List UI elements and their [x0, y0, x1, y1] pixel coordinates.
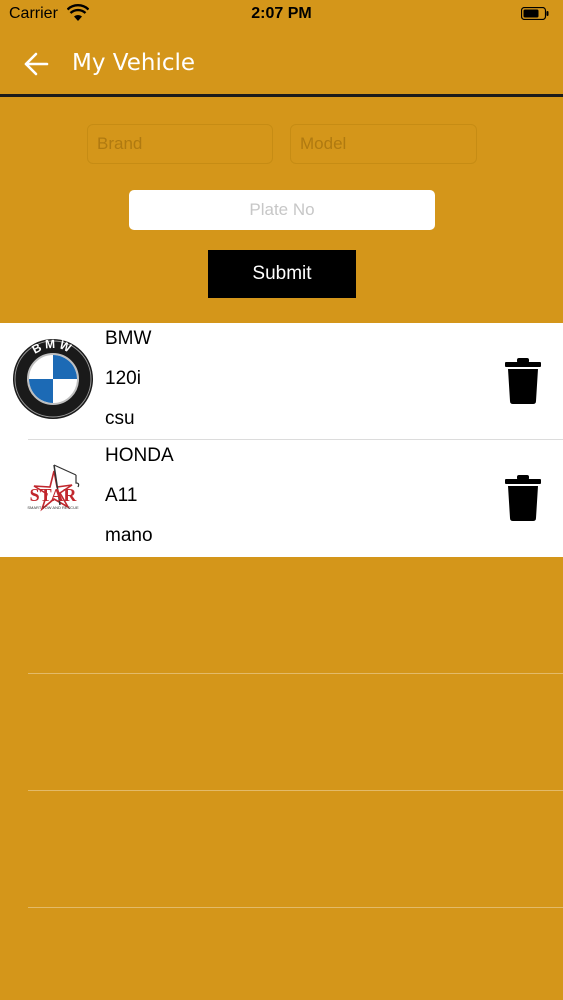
empty-row-divider — [28, 907, 563, 908]
trash-icon[interactable] — [505, 475, 541, 521]
vehicle-brand: BMW — [105, 328, 152, 349]
star-logo-text: STAR — [30, 485, 78, 505]
vehicle-plate: mano — [105, 525, 153, 546]
plate-input[interactable] — [129, 190, 435, 230]
model-input[interactable] — [290, 124, 477, 164]
star-logo-icon: STAR SMART TOW AND RESCUE — [27, 464, 80, 512]
vehicle-brand: HONDA — [105, 445, 174, 466]
brand-input[interactable] — [87, 124, 273, 164]
battery-icon — [521, 7, 549, 20]
vehicle-list: BMW BMW 120i csu STAR SMART TOW AND RESC… — [0, 323, 563, 557]
vehicle-model: A11 — [105, 485, 138, 506]
star-logo-tagline: SMART TOW AND RESCUE — [27, 505, 79, 510]
trash-icon[interactable] — [505, 358, 541, 404]
clock: 2:07 PM — [251, 5, 312, 22]
vehicle-model: 120i — [105, 368, 141, 389]
vehicle-row[interactable]: STAR SMART TOW AND RESCUE HONDA A11 mano — [0, 440, 563, 557]
page-title: My Vehicle — [72, 50, 196, 76]
arrow-left-icon[interactable] — [22, 50, 50, 78]
empty-row-divider — [28, 673, 563, 674]
submit-button[interactable]: Submit — [208, 250, 356, 298]
nav-bar: My Vehicle — [0, 30, 563, 94]
status-bar: Carrier 2:07 PM — [0, 0, 563, 30]
empty-row-divider — [28, 790, 563, 791]
vehicle-plate: csu — [105, 408, 135, 429]
nav-divider — [0, 94, 563, 97]
vehicle-row[interactable]: BMW BMW 120i csu — [0, 323, 563, 440]
bmw-logo-icon: BMW — [13, 338, 93, 419]
